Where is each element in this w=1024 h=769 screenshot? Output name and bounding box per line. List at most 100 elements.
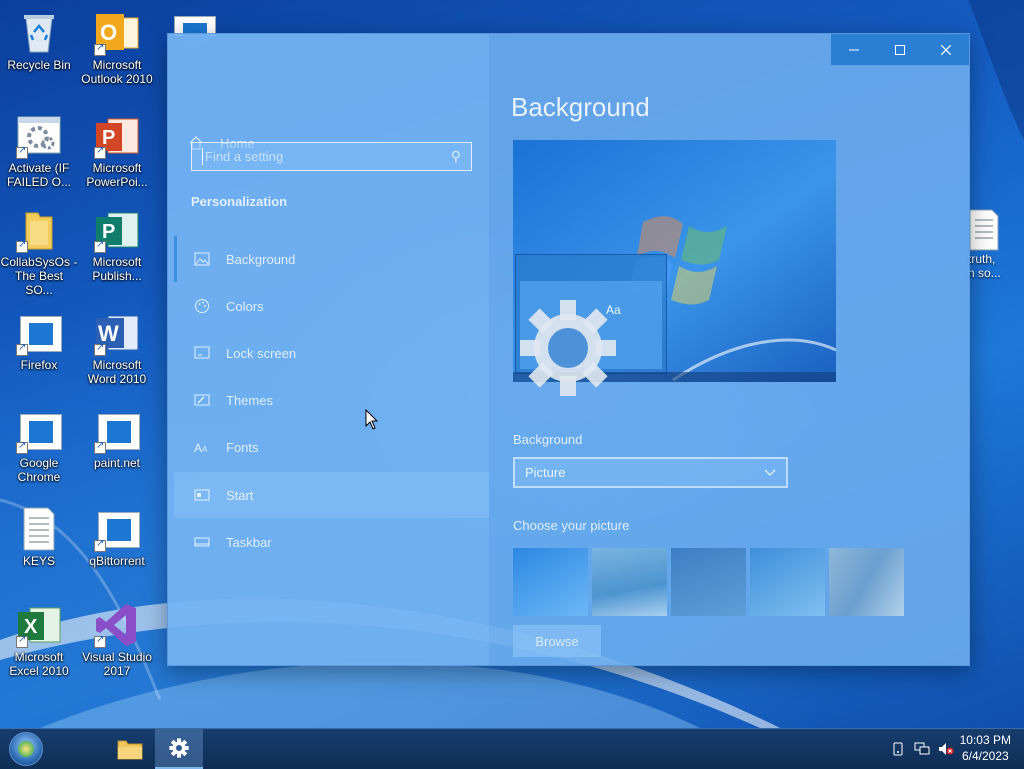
activate-icon xyxy=(16,113,62,159)
minimize-icon xyxy=(849,49,859,50)
start-icon xyxy=(192,487,212,503)
word-icon: W xyxy=(94,310,140,356)
desktop-icon-paintnet[interactable]: paint.net xyxy=(78,404,156,470)
system-clock[interactable]: 10:03 PM 6/4/2023 xyxy=(960,732,1011,764)
network-icon[interactable] xyxy=(914,741,930,757)
windows-start-icon xyxy=(9,732,43,766)
desktop-icon-label: KEYS xyxy=(22,554,55,568)
lock-screen-icon xyxy=(192,345,212,361)
page-title: Background xyxy=(511,92,650,122)
desktop-icon-firefox[interactable]: Firefox xyxy=(0,306,78,372)
outlook-icon: O xyxy=(94,10,140,56)
mouse-cursor-icon xyxy=(365,409,379,430)
browse-button[interactable]: Browse xyxy=(513,625,601,657)
nav-item-lock-screen[interactable]: Lock screen xyxy=(174,330,489,376)
desktop-icon-label: n so... xyxy=(968,266,1001,280)
tray-device-icon[interactable] xyxy=(890,741,906,757)
desktop-icon-word[interactable]: W Microsoft Word 2010 xyxy=(78,306,156,386)
svg-text:A: A xyxy=(194,441,202,454)
picture-thumbnail[interactable] xyxy=(592,548,667,616)
desktop-icon-label: Microsoft Publish... xyxy=(92,255,142,283)
firefox-icon xyxy=(16,310,62,356)
start-button[interactable] xyxy=(6,731,46,767)
folder-icon xyxy=(16,207,62,253)
desktop-icon-google-chrome[interactable]: Google Chrome xyxy=(0,404,78,484)
gear-icon xyxy=(169,738,189,758)
picture-thumbnail[interactable] xyxy=(513,548,588,616)
desktop-icon-keys[interactable]: KEYS xyxy=(0,502,78,568)
choose-picture-label: Choose your picture xyxy=(513,518,630,533)
desktop-icon-outlook[interactable]: O Microsoft Outlook 2010 xyxy=(78,6,156,86)
themes-icon xyxy=(192,392,212,408)
nav-item-taskbar[interactable]: Taskbar xyxy=(174,519,489,565)
desktop-icon-label: Microsoft Outlook 2010 xyxy=(81,58,153,86)
nav-item-label: Themes xyxy=(226,392,273,408)
nav-item-fonts[interactable]: AA Fonts xyxy=(174,424,489,470)
picture-thumbnail[interactable] xyxy=(829,548,904,616)
nav-item-label: Lock screen xyxy=(226,345,297,361)
desktop-icon-label: Microsoft Word 2010 xyxy=(87,358,147,386)
recycle-bin-icon xyxy=(16,10,62,56)
search-icon[interactable]: ⚲ xyxy=(451,148,461,165)
search-setting-box[interactable]: ⚲ xyxy=(191,142,472,171)
volume-muted-icon[interactable] xyxy=(938,741,954,757)
background-type-label: Background xyxy=(513,432,583,447)
maximize-button[interactable] xyxy=(877,34,923,65)
shortcut-arrow-icon xyxy=(16,634,28,648)
search-input[interactable] xyxy=(202,148,451,165)
fonts-icon: AA xyxy=(192,439,212,455)
desktop-icon-label: Activate (IF FAILED O... xyxy=(6,161,72,189)
text-file-icon xyxy=(16,506,62,552)
desktop-icon-collabsysos[interactable]: CollabSysOs - The Best SO... xyxy=(0,203,78,297)
folder-icon xyxy=(117,740,143,760)
desktop-icon-publisher[interactable]: P Microsoft Publish... xyxy=(78,203,156,283)
shortcut-arrow-icon xyxy=(16,342,28,356)
nav-item-label: Colors xyxy=(226,298,264,314)
desktop-icon-recycle-bin[interactable]: Recycle Bin xyxy=(0,6,78,72)
nav-item-label: Taskbar xyxy=(226,534,272,550)
nav-item-colors[interactable]: Colors xyxy=(174,283,489,329)
system-tray xyxy=(890,729,954,769)
nav-item-themes[interactable]: Themes xyxy=(174,377,489,423)
shortcut-arrow-icon xyxy=(94,342,106,356)
shortcut-arrow-icon xyxy=(16,145,28,159)
powerpoint-icon: P xyxy=(94,113,140,159)
taskbar: 10:03 PM 6/4/2023 xyxy=(0,728,1024,769)
taskbar-icon xyxy=(192,534,212,550)
picture-thumbnails xyxy=(513,548,905,618)
shortcut-arrow-icon xyxy=(16,239,28,253)
loading-gear-icon xyxy=(520,300,616,396)
excel-icon: X xyxy=(16,602,62,648)
shortcut-arrow-icon xyxy=(16,440,28,454)
background-type-dropdown[interactable]: Picture xyxy=(513,457,788,488)
desktop-icon-partial-top[interactable] xyxy=(172,14,216,45)
taskbar-file-explorer[interactable] xyxy=(106,729,154,769)
desktop-icon-label: paint.net xyxy=(93,456,141,470)
desktop-icon-label: Recycle Bin xyxy=(7,58,71,72)
desktop-icon-qbittorrent[interactable]: qBittorrent xyxy=(78,502,156,568)
desktop-icon-label: Google Chrome xyxy=(17,456,61,484)
chevron-down-icon xyxy=(764,465,776,480)
desktop-icon-powerpoint[interactable]: P Microsoft PowerPoi... xyxy=(78,109,156,189)
close-button[interactable] xyxy=(923,34,969,65)
background-type-value: Picture xyxy=(525,465,566,480)
maximize-icon xyxy=(895,44,905,55)
visual-studio-icon xyxy=(94,602,140,648)
nav-item-background[interactable]: Background xyxy=(174,236,489,282)
taskbar-settings[interactable] xyxy=(155,729,203,769)
shortcut-arrow-icon xyxy=(94,239,106,253)
desktop-icon-label: Firefox xyxy=(20,358,58,372)
desktop-icon-label: CollabSysOs - The Best SO... xyxy=(0,255,78,297)
desktop-icon-visual-studio[interactable]: Visual Studio 2017 xyxy=(78,598,156,678)
minimize-button[interactable] xyxy=(831,34,877,65)
picture-thumbnail[interactable] xyxy=(671,548,746,616)
picture-thumbnail[interactable] xyxy=(750,548,825,616)
shortcut-arrow-icon xyxy=(94,634,106,648)
desktop-icon-excel[interactable]: X Microsoft Excel 2010 xyxy=(0,598,78,678)
nav-item-start[interactable]: Start xyxy=(174,472,489,518)
shortcut-arrow-icon xyxy=(94,145,106,159)
section-title: Personalization xyxy=(191,194,288,209)
desktop-icon-activate[interactable]: Activate (IF FAILED O... xyxy=(0,109,78,189)
clock-date: 6/4/2023 xyxy=(961,749,1009,763)
palette-icon xyxy=(192,298,212,314)
